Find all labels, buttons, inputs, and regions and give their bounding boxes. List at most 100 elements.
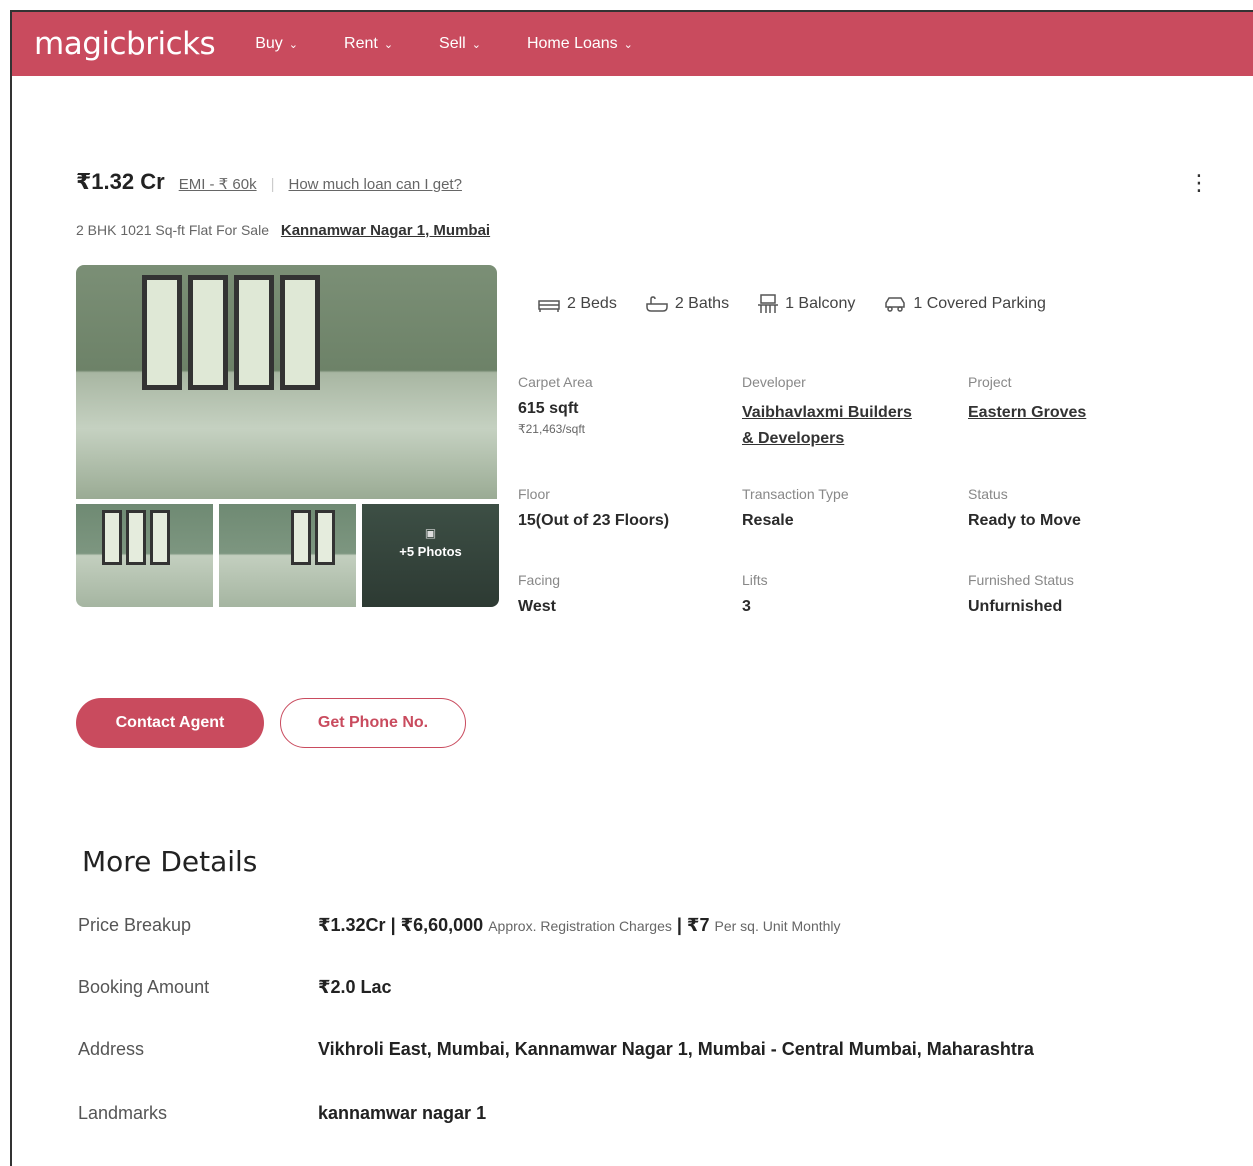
address-row: Address Vikhroli East, Mumbai, Kannamwar… xyxy=(78,1039,1034,1060)
photo-thumbnail[interactable] xyxy=(76,504,213,607)
landmarks-row: Landmarks kannamwar nagar 1 xyxy=(78,1103,486,1124)
facing-label: Facing xyxy=(518,572,561,588)
window-shape xyxy=(102,510,122,565)
chevron-down-icon: ⌄ xyxy=(288,38,299,51)
furnished-label: Furnished Status xyxy=(968,572,1074,588)
listing-type: 2 BHK 1021 Sq-ft Flat For Sale xyxy=(76,222,269,238)
price-breakup-row: Price Breakup ₹1.32Cr | ₹6,60,000 Approx… xyxy=(78,915,841,936)
window-shape xyxy=(234,275,274,390)
facing-spec: Facing West xyxy=(518,572,560,616)
maintenance-unit: Per sq. Unit Monthly xyxy=(714,918,841,934)
lifts-label: Lifts xyxy=(742,572,768,588)
carpet-area-label: Carpet Area xyxy=(518,374,593,390)
locality-link[interactable]: Kannamwar Nagar 1, Mumbai xyxy=(281,222,490,239)
window-shape xyxy=(315,510,335,565)
photo-icon: ▣ xyxy=(424,526,437,540)
beds-label: 2 Beds xyxy=(567,295,617,312)
project-spec: Project Eastern Groves xyxy=(968,374,1086,426)
developer-label: Developer xyxy=(742,374,806,390)
nav-home-loans[interactable]: Home Loans ⌄ xyxy=(527,35,633,53)
address-label: Address xyxy=(78,1039,145,1059)
nav-sell[interactable]: Sell ⌄ xyxy=(439,35,481,53)
baths-label: 2 Baths xyxy=(674,295,730,312)
bath-icon xyxy=(646,296,668,312)
balcony-icon xyxy=(758,294,779,313)
landmarks-label: Landmarks xyxy=(78,1103,168,1123)
chevron-down-icon: ⌄ xyxy=(623,38,633,51)
price-breakup-amount: ₹1.32Cr | ₹6,60,000 xyxy=(318,915,484,935)
booking-amount-row: Booking Amount ₹2.0 Lac xyxy=(78,977,392,998)
carpet-area-rate: ₹21,463/sqft xyxy=(518,422,586,436)
loan-eligibility-link[interactable]: How much loan can I get? xyxy=(289,176,462,193)
window-shape xyxy=(280,275,320,390)
lifts-value: 3 xyxy=(742,598,751,615)
lifts-spec: Lifts 3 xyxy=(742,572,768,616)
more-photos-label: +5 Photos xyxy=(399,544,462,559)
transaction-value: Resale xyxy=(742,512,794,529)
floor-label: Floor xyxy=(518,486,550,502)
transaction-label: Transaction Type xyxy=(742,486,849,502)
balcony-label: 1 Balcony xyxy=(785,295,856,312)
furnished-value: Unfurnished xyxy=(968,598,1063,615)
car-icon xyxy=(885,297,906,312)
nav-buy[interactable]: Buy ⌄ xyxy=(255,35,298,53)
status-value: Ready to Move xyxy=(968,512,1081,529)
parking-amenity: 1 Covered Parking xyxy=(883,295,1046,313)
parking-label: 1 Covered Parking xyxy=(913,295,1046,312)
get-phone-button[interactable]: Get Phone No. xyxy=(280,698,466,748)
nav-buy-label: Buy xyxy=(255,35,283,52)
price-breakup-value: ₹1.32Cr | ₹6,60,000 Approx. Registration… xyxy=(318,915,841,936)
contact-agent-button[interactable]: Contact Agent xyxy=(76,698,264,748)
nav-rent-label: Rent xyxy=(344,35,378,52)
window-shape xyxy=(188,275,228,390)
window-shape xyxy=(142,275,182,390)
registration-note: Approx. Registration Charges xyxy=(488,918,672,934)
project-link[interactable]: Eastern Groves xyxy=(968,400,1086,426)
developer-name-line1: Vaibhavlaxmi Builders xyxy=(742,404,912,421)
price-breakup-label: Price Breakup xyxy=(78,915,192,935)
developer-spec: Developer Vaibhavlaxmi Builders & Develo… xyxy=(742,374,912,452)
maintenance-amount: | ₹7 xyxy=(676,915,710,935)
more-details-title: More Details xyxy=(82,845,258,878)
nav-rent[interactable]: Rent ⌄ xyxy=(344,35,393,53)
price-separator: | xyxy=(270,176,275,193)
window-shape xyxy=(291,510,311,565)
chevron-down-icon: ⌄ xyxy=(383,38,394,51)
nav-sell-label: Sell xyxy=(439,35,466,52)
listing-price: ₹1.32 Cr xyxy=(76,169,165,194)
floor-value: 15(Out of 23 Floors) xyxy=(518,512,670,529)
furnished-spec: Furnished Status Unfurnished xyxy=(968,572,1074,616)
project-label: Project xyxy=(968,374,1012,390)
booking-amount-value: ₹2.0 Lac xyxy=(318,977,392,997)
magicbricks-logo[interactable]: magicbricks xyxy=(34,26,216,62)
carpet-area-value: 615 sqft xyxy=(518,400,579,417)
carpet-area-spec: Carpet Area 615 sqft ₹21,463/sqft xyxy=(518,374,593,436)
more-photos-thumbnail[interactable]: ▣ +5 Photos xyxy=(362,504,499,607)
amenities-row: 2 Beds 2 Baths 1 Balcony 1 Covered Parki… xyxy=(537,294,1074,314)
bed-icon xyxy=(538,300,560,312)
more-options-icon[interactable]: ⋮ xyxy=(1188,172,1210,194)
developer-name-line2: & Developers xyxy=(742,430,845,447)
status-spec: Status Ready to Move xyxy=(968,486,1081,530)
window-shape xyxy=(150,510,170,565)
baths-amenity: 2 Baths xyxy=(645,295,729,313)
developer-link[interactable]: Vaibhavlaxmi Builders & Developers xyxy=(742,400,912,452)
main-nav: Buy ⌄ Rent ⌄ Sell ⌄ Home Loans ⌄ xyxy=(255,35,679,53)
beds-amenity: 2 Beds xyxy=(537,295,617,313)
top-navbar: magicbricks Buy ⌄ Rent ⌄ Sell ⌄ Home Loa… xyxy=(12,12,1253,76)
page-frame: magicbricks Buy ⌄ Rent ⌄ Sell ⌄ Home Loa… xyxy=(10,10,1253,1166)
address-value: Vikhroli East, Mumbai, Kannamwar Nagar 1… xyxy=(318,1039,1034,1059)
window-shape xyxy=(126,510,146,565)
emi-link[interactable]: EMI - ₹ 60k xyxy=(179,175,257,193)
facing-value: West xyxy=(518,598,556,615)
floor-spec: Floor 15(Out of 23 Floors) xyxy=(518,486,669,530)
nav-home-loans-label: Home Loans xyxy=(526,35,618,52)
main-photo[interactable] xyxy=(76,265,497,499)
price-row: ₹1.32 Cr EMI - ₹ 60k | How much loan can… xyxy=(76,169,462,195)
photo-thumbnail[interactable] xyxy=(219,504,356,607)
chevron-down-icon: ⌄ xyxy=(471,38,481,51)
transaction-spec: Transaction Type Resale xyxy=(742,486,849,530)
booking-amount-label: Booking Amount xyxy=(78,977,210,997)
status-label: Status xyxy=(968,486,1008,502)
listing-subtitle: 2 BHK 1021 Sq-ft Flat For Sale Kannamwar… xyxy=(76,222,490,239)
